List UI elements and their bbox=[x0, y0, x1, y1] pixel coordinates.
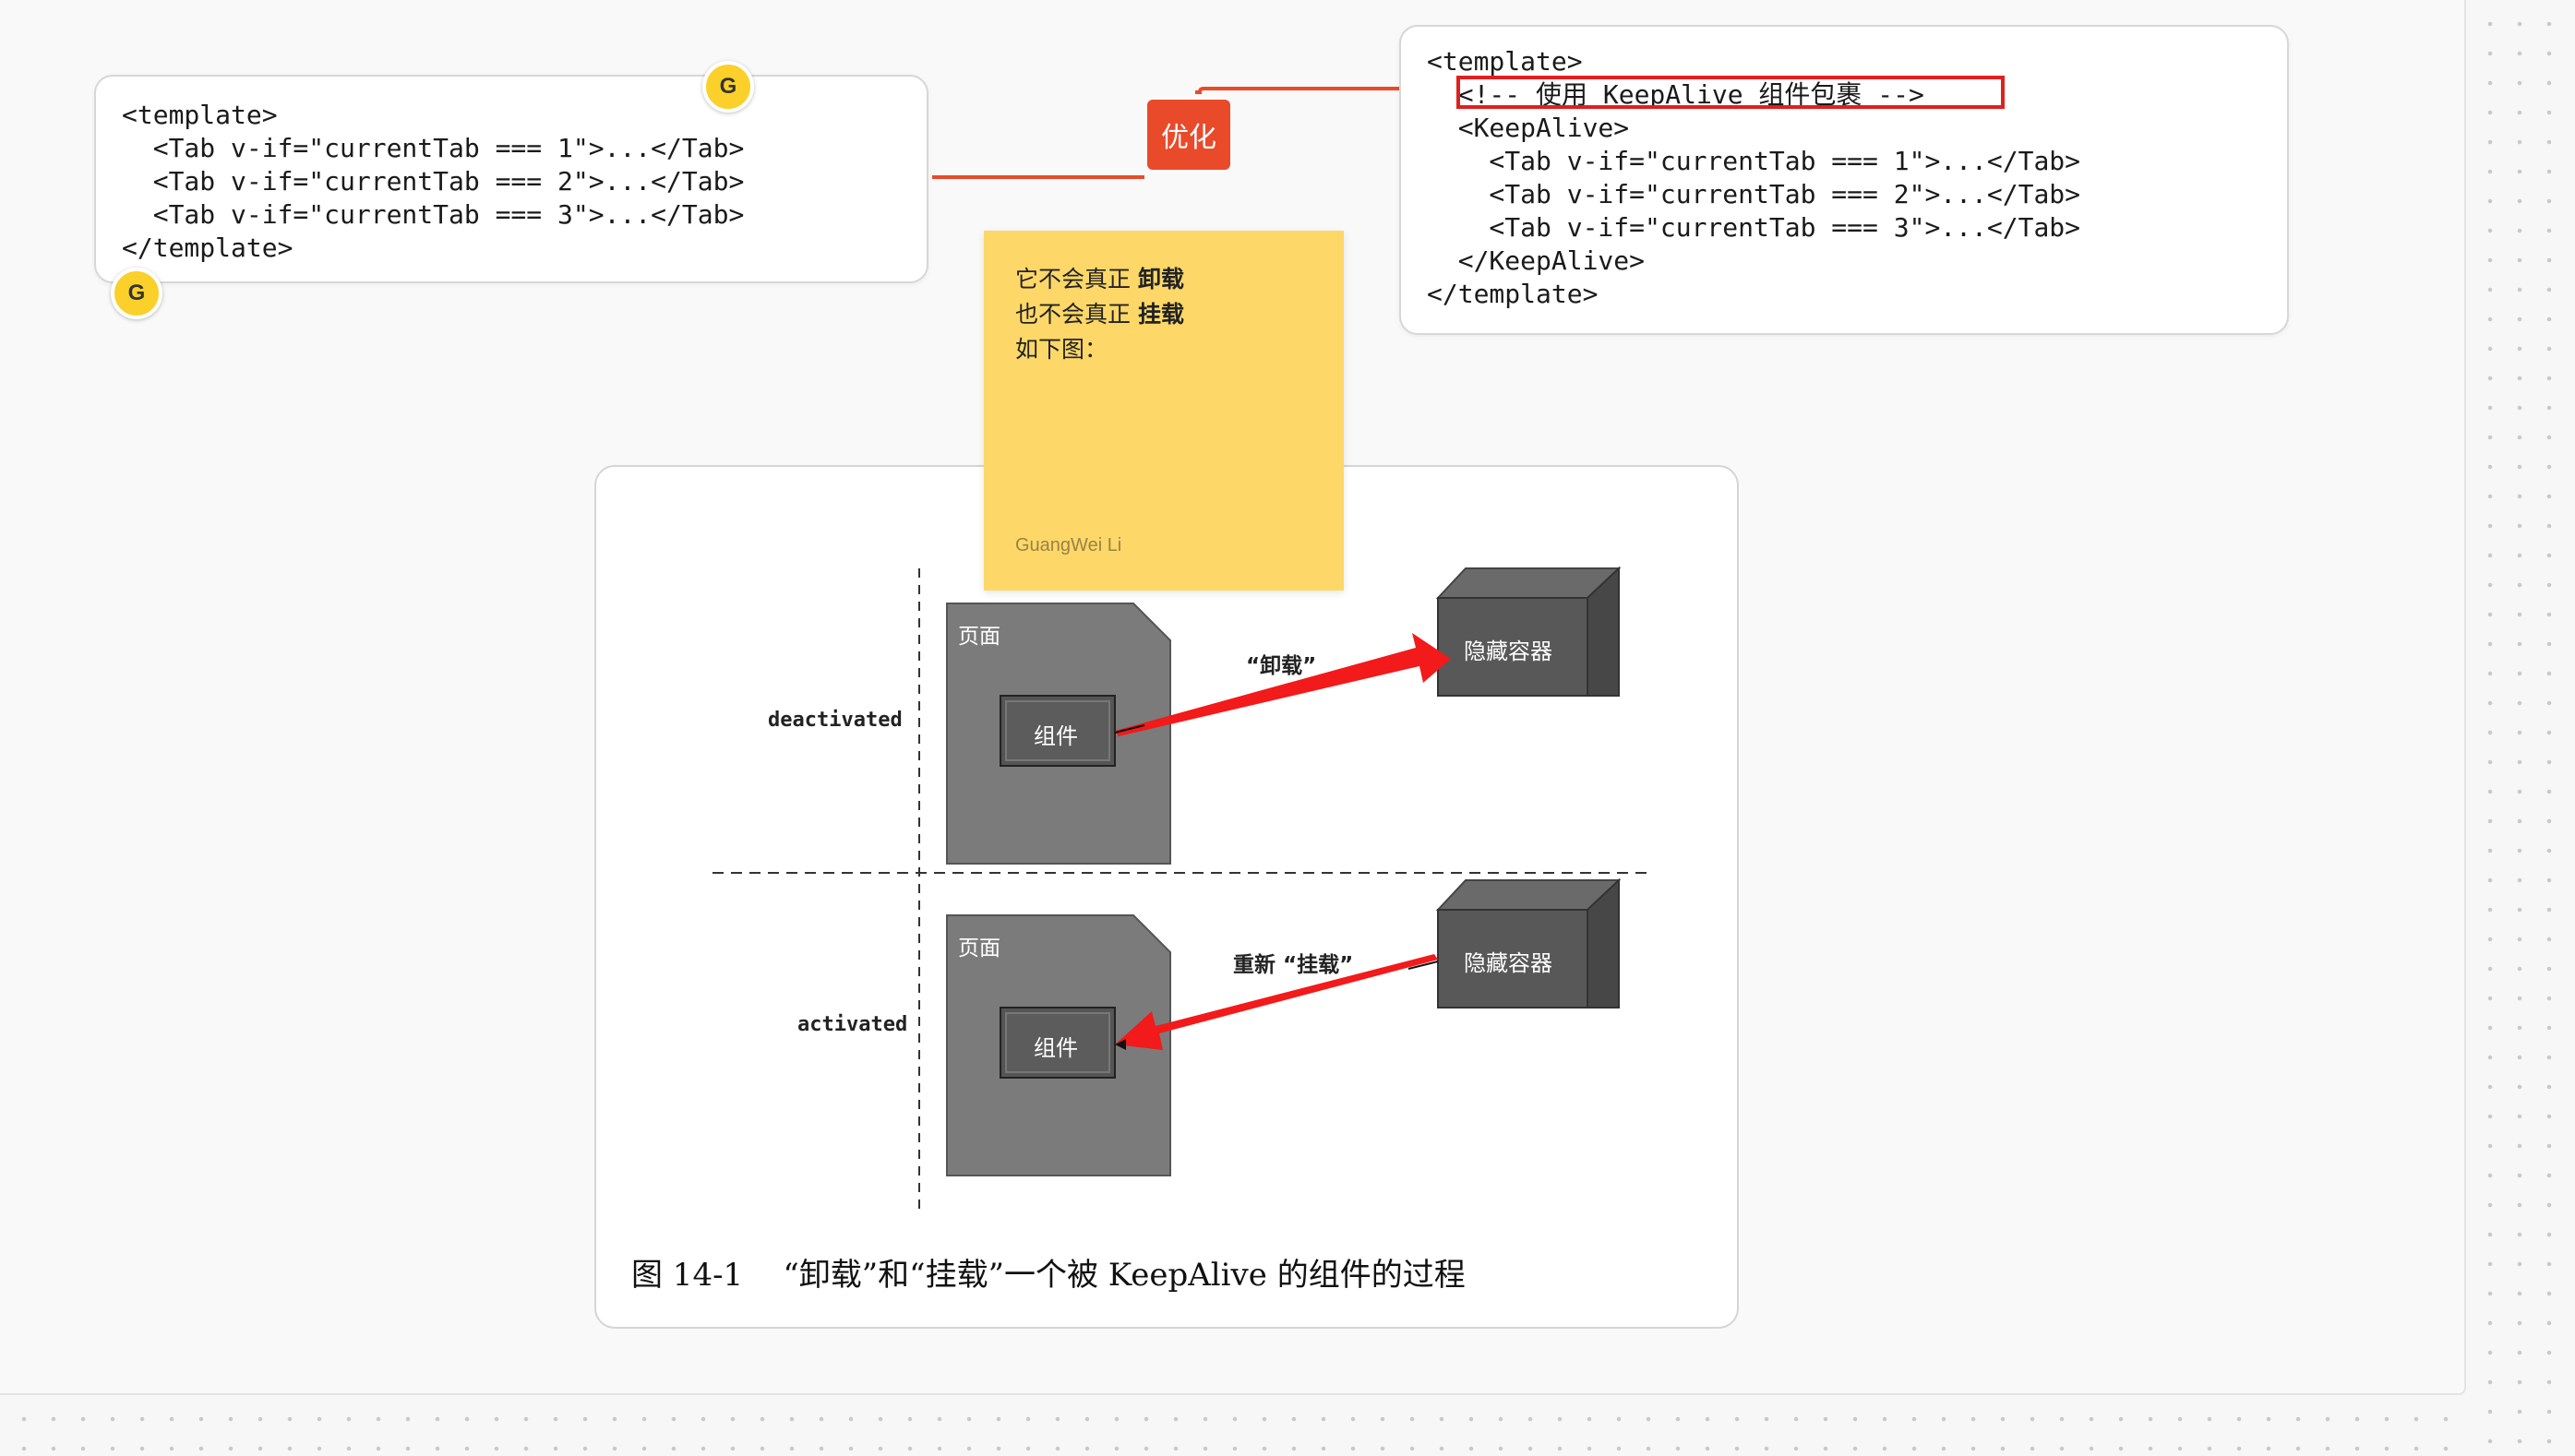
figure-caption: 图 14-1 “卸载”和“挂载”一个被 KeepAlive 的组件的过程 bbox=[631, 1257, 1466, 1294]
code-card-original[interactable]: <template> <Tab v-if="currentTab === 1">… bbox=[94, 75, 928, 283]
code-line: <Tab v-if="currentTab === 1">...</Tab> bbox=[122, 133, 745, 163]
code-line: <Tab v-if="currentTab === 2">...</Tab> bbox=[1427, 179, 2081, 209]
page-label-bottom: 页面 bbox=[958, 937, 1000, 961]
code-line: <Tab v-if="currentTab === 1">...</Tab> bbox=[1427, 146, 2081, 176]
comment-highlight-box bbox=[1456, 76, 2005, 109]
figure-card[interactable]: deactivated activated 页面 页面 组件 组件 隐藏容器 隐… bbox=[594, 465, 1739, 1329]
sticky-note[interactable]: 它不会真正 卸载 也不会真正 挂载 如下图： GuangWei Li bbox=[984, 231, 1344, 591]
connector-tag[interactable]: 优化 bbox=[1147, 100, 1230, 170]
container-label-top: 隐藏容器 bbox=[1464, 638, 1552, 664]
sticky-line: 也不会真正 挂载 bbox=[1015, 301, 1184, 328]
row-label-activated: activated bbox=[797, 1013, 908, 1036]
component-label-bottom: 组件 bbox=[1034, 1035, 1078, 1061]
container-label-bottom: 隐藏容器 bbox=[1464, 950, 1552, 976]
keepalive-diagram bbox=[713, 566, 1654, 1214]
code-line: <KeepAlive> bbox=[1427, 113, 1630, 143]
code-line: <template> bbox=[122, 100, 278, 130]
code-line: <template> bbox=[1427, 46, 1583, 77]
collaborator-avatar[interactable]: G bbox=[702, 61, 754, 113]
code-line: <Tab v-if="currentTab === 2">...</Tab> bbox=[122, 166, 745, 197]
component-label-top: 组件 bbox=[1034, 723, 1078, 749]
collaborator-avatar[interactable]: G bbox=[111, 268, 162, 319]
code-line: </template> bbox=[1427, 279, 1599, 309]
unmount-label: “卸载” bbox=[1246, 654, 1317, 678]
sticky-line: 如下图： bbox=[1015, 336, 1108, 363]
dot-grid-bottom bbox=[0, 1395, 2466, 1456]
code-line: <Tab v-if="currentTab === 3">...</Tab> bbox=[122, 199, 745, 230]
code-line: </template> bbox=[122, 233, 293, 263]
dot-grid-right bbox=[2466, 0, 2575, 1456]
code-line: </KeepAlive> bbox=[1427, 245, 1646, 276]
page-label-top: 页面 bbox=[958, 625, 1000, 649]
code-line: <Tab v-if="currentTab === 3">...</Tab> bbox=[1427, 212, 2081, 243]
row-label-deactivated: deactivated bbox=[768, 709, 903, 732]
sticky-line: 它不会真正 卸载 bbox=[1015, 266, 1184, 292]
code-card-optimized[interactable]: <template> <!-- 使用 KeepAlive 组件包裹 --> <K… bbox=[1399, 25, 2289, 335]
sticky-author: GuangWei Li bbox=[1015, 535, 1122, 555]
remount-label: 重新 “挂载” bbox=[1233, 953, 1354, 977]
